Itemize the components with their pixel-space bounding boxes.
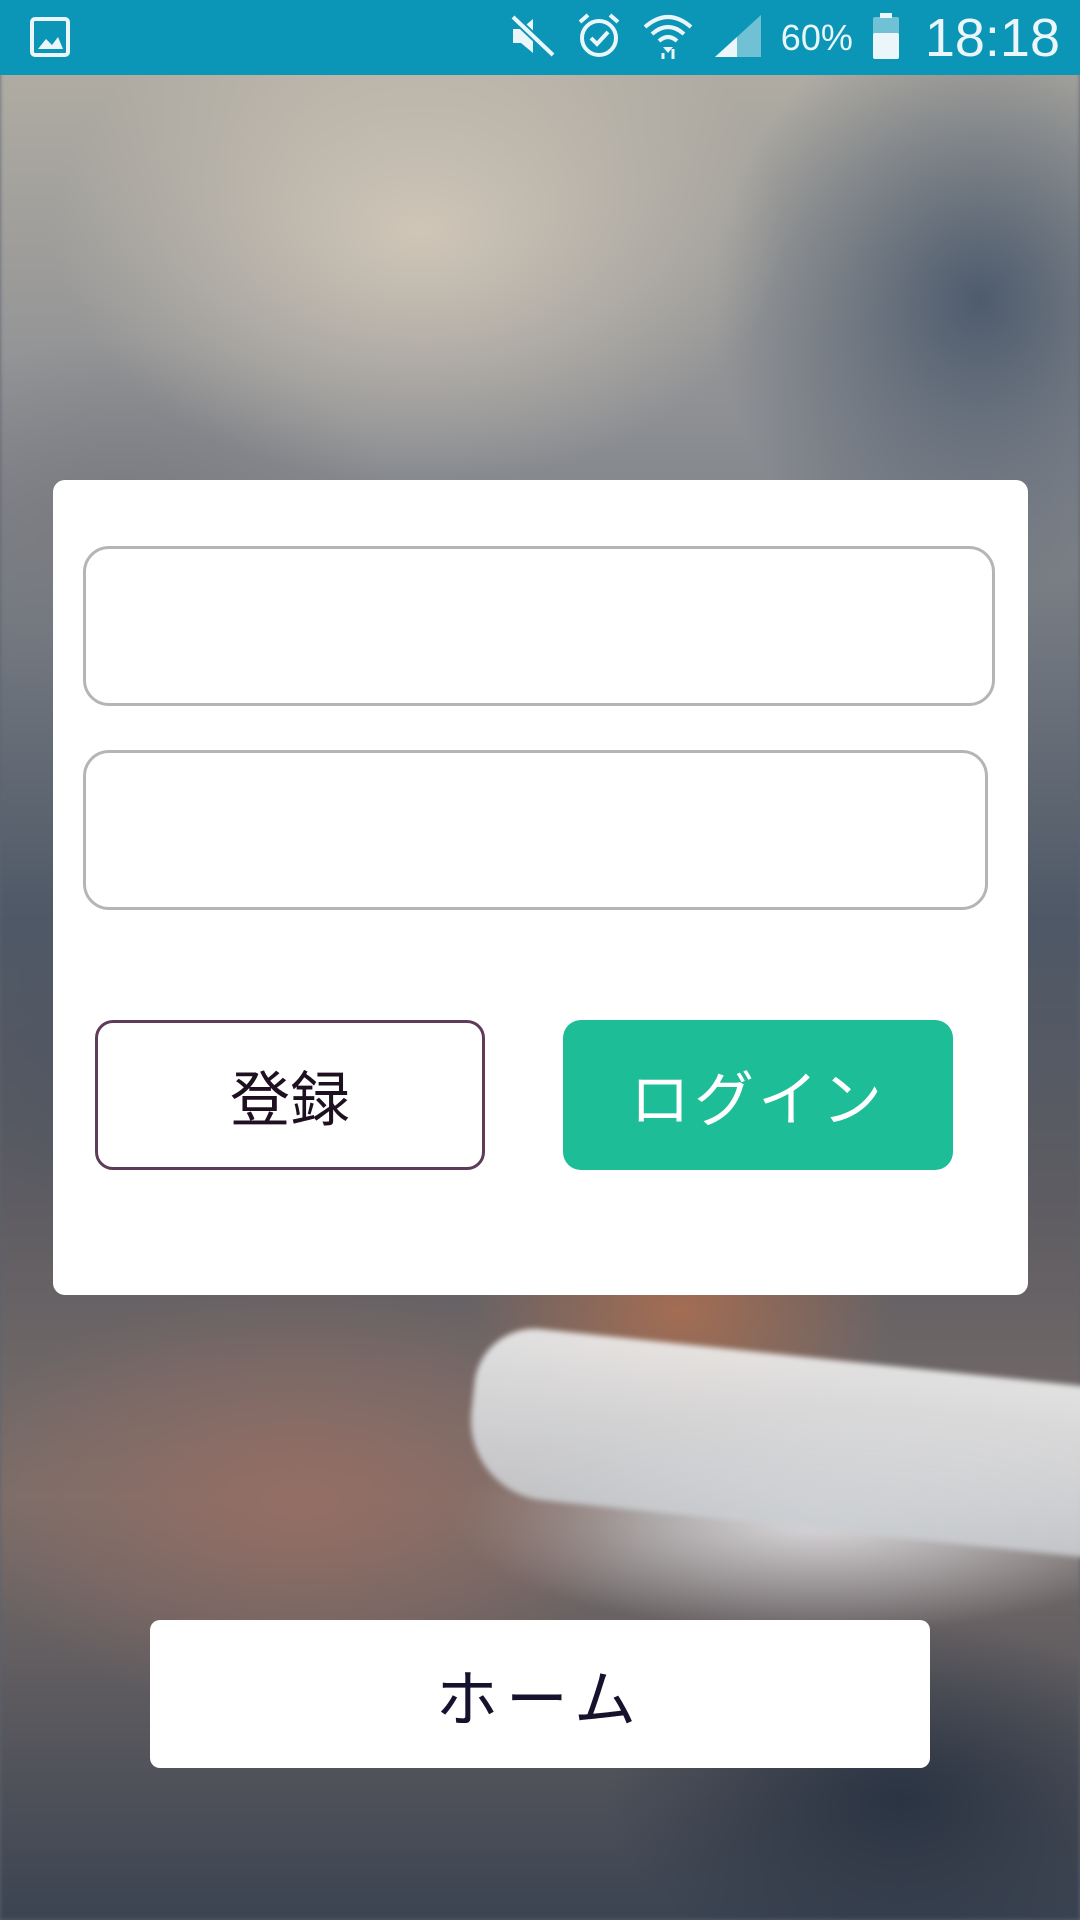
clock: 18:18 bbox=[924, 7, 1060, 68]
battery-percent: 60% bbox=[780, 16, 853, 58]
gallery-icon bbox=[30, 15, 70, 59]
username-field[interactable] bbox=[83, 546, 995, 706]
status-bar: 60% 18:18 bbox=[0, 0, 1080, 75]
register-button[interactable]: 登録 bbox=[95, 1020, 485, 1170]
login-screen: 60% 18:18 登録 ログイン ホーム bbox=[0, 0, 1080, 1920]
wifi-icon bbox=[641, 11, 695, 65]
login-card: 登録 ログイン bbox=[53, 480, 1028, 1295]
login-button[interactable]: ログイン bbox=[563, 1020, 953, 1170]
mute-icon bbox=[507, 13, 557, 63]
signal-icon bbox=[713, 13, 763, 63]
status-icons: 60% 18:18 bbox=[507, 0, 1060, 75]
password-field[interactable] bbox=[83, 750, 988, 910]
alarm-icon bbox=[575, 12, 623, 64]
battery-icon bbox=[871, 12, 901, 64]
home-button[interactable]: ホーム bbox=[150, 1620, 930, 1768]
